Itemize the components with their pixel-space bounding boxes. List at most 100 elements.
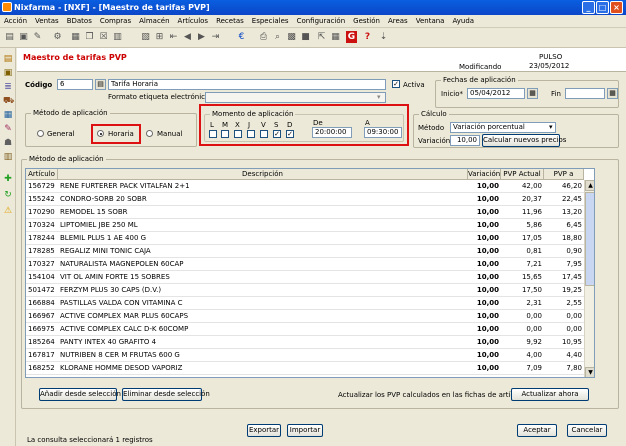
cart-icon[interactable]: ⛟: [3, 96, 14, 106]
preview-icon[interactable]: ⌕: [272, 31, 283, 43]
table-row[interactable]: 167817 NUTRIBEN 8 CER M FRUTAS 600 G 10,00…: [26, 349, 584, 362]
table-row[interactable]: 154104 VIT OL AMIN FORTE 15 SOBRES 10,00 15…: [26, 271, 584, 284]
formato-dropdown-icon[interactable]: ▾: [377, 93, 381, 101]
add-from-selection-button[interactable]: Añadir desde selección: [39, 388, 121, 401]
codigo-input[interactable]: 6: [57, 79, 93, 90]
export-button[interactable]: Exportar: [247, 424, 281, 437]
pencil-icon[interactable]: ✎: [3, 124, 13, 134]
menu-areas[interactable]: Areas: [384, 15, 412, 28]
sales-icon[interactable]: ▤: [3, 54, 13, 64]
col-articulo[interactable]: Artículo: [26, 169, 58, 180]
table-row[interactable]: 178285 REGALIZ MINI TONIC CAJA 10,00 0,81 0,…: [26, 245, 584, 258]
calculo-metodo-select[interactable]: Variación porcentual: [450, 122, 556, 133]
first-record-icon[interactable]: ⇤: [168, 31, 179, 43]
print-icon[interactable]: ⎙: [258, 31, 269, 43]
col-variacion[interactable]: Variación: [468, 169, 501, 180]
menu-configuracion[interactable]: Configuración: [293, 15, 350, 28]
day-checkbox-j[interactable]: [247, 130, 255, 138]
query-icon[interactable]: ⊞: [154, 31, 165, 43]
users-icon[interactable]: ☗: [3, 138, 13, 148]
scroll-thumb[interactable]: [585, 192, 594, 286]
day-checkbox-m[interactable]: [221, 130, 229, 138]
stop-icon[interactable]: ■: [300, 31, 311, 43]
fin-date-input[interactable]: [565, 88, 605, 99]
table-row[interactable]: 170290 REMODEL 15 SOBR 10,00 11,96 13,20: [26, 206, 584, 219]
day-checkbox-s[interactable]: ✓: [273, 130, 281, 138]
table-row[interactable]: 168252 KLORANE HOMME DESOD VAPORIZ 10,00 7,…: [26, 362, 584, 375]
menu-compras[interactable]: Compras: [96, 15, 135, 28]
next-record-icon[interactable]: ▶: [196, 31, 207, 43]
menu-ventas[interactable]: Ventas: [31, 15, 63, 28]
table-row[interactable]: 170324 LIPTOMIEL JBE 250 ML 10,00 5,86 6,45: [26, 219, 584, 232]
day-checkbox-v[interactable]: [260, 130, 268, 138]
remove-from-selection-button[interactable]: Eliminar desde selección: [122, 388, 210, 401]
table-row[interactable]: 156729 RENE FURTERER PACK VITALFAN 2+1 10,…: [26, 180, 584, 193]
formato-select[interactable]: [205, 92, 386, 103]
variacion-input[interactable]: 10,00: [450, 135, 480, 146]
cancel-button[interactable]: Cancelar: [567, 424, 607, 437]
calculo-dropdown-icon[interactable]: ▾: [549, 123, 553, 131]
insert-icon[interactable]: ▦: [70, 31, 81, 43]
table-row[interactable]: 178244 BLEMIL PLUS 1 AE 400 G 10,00 17,05 18…: [26, 232, 584, 245]
table-row[interactable]: 166975 ACTIVE COMPLEX CALC D-K 60COMP 10,0…: [26, 323, 584, 336]
table-row[interactable]: 166967 ACTIVE COMPLEX MAR PLUS 60CAPS 10,0…: [26, 310, 584, 323]
calcular-nuevos-precios-button[interactable]: Calcular nuevos precios: [482, 134, 566, 147]
add-icon[interactable]: ✚: [3, 174, 13, 184]
minimize-icon[interactable]: _: [582, 1, 595, 14]
menu-recetas[interactable]: Recetas: [212, 15, 248, 28]
filter-icon[interactable]: ▧: [140, 31, 151, 43]
tarifa-name-input[interactable]: Tarifa Horaria: [108, 79, 386, 90]
codigo-lookup-icon[interactable]: ▤: [95, 79, 106, 90]
last-record-icon[interactable]: ⇥: [210, 31, 221, 43]
col-pvp-aplicar[interactable]: PVP a Aplicar: [544, 169, 584, 180]
calculator-icon[interactable]: ▦: [330, 31, 341, 43]
col-pvp-actual[interactable]: PVP Actual: [501, 169, 544, 180]
menu-articulos[interactable]: Artículos: [174, 15, 213, 28]
menu-ventana[interactable]: Ventana: [412, 15, 449, 28]
menu-ayuda[interactable]: Ayuda: [448, 15, 478, 28]
delete-icon[interactable]: ☒: [98, 31, 109, 43]
box-icon[interactable]: ▦: [3, 110, 13, 120]
copy-icon[interactable]: ❐: [84, 31, 95, 43]
pin-icon[interactable]: ⇣: [378, 31, 389, 43]
menu-accion[interactable]: Acción: [0, 15, 31, 28]
activa-checkbox[interactable]: ✓: [392, 80, 400, 88]
maximize-icon[interactable]: □: [596, 1, 609, 14]
day-checkbox-d[interactable]: ✓: [286, 130, 294, 138]
day-checkbox-x[interactable]: [234, 130, 242, 138]
table-row[interactable]: 501472 FERZYM PLUS 30 CAPS (D.V.) 10,00 17,…: [26, 284, 584, 297]
col-descripcion[interactable]: Descripción: [58, 169, 468, 180]
help-icon[interactable]: ?: [362, 31, 373, 43]
menu-almacen[interactable]: Almacén: [135, 15, 173, 28]
warning-icon[interactable]: ⚠: [3, 206, 13, 216]
a-time-input[interactable]: 09:30:00: [364, 127, 402, 138]
exit-icon[interactable]: ⇱: [316, 31, 327, 43]
accept-button[interactable]: Aceptar: [517, 424, 557, 437]
menu-especiales[interactable]: Especiales: [248, 15, 293, 28]
menu-bdatos[interactable]: BDatos: [63, 15, 96, 28]
settings-icon[interactable]: ⚙: [52, 31, 63, 43]
update-now-button[interactable]: Actualizar ahora: [511, 388, 589, 401]
export-icon[interactable]: ▩: [286, 31, 297, 43]
metodo-manual-radio[interactable]: [146, 130, 153, 137]
table-icon[interactable]: ▥: [112, 31, 123, 43]
table-scrollbar[interactable]: ▲ ▼: [584, 180, 594, 377]
edit-icon[interactable]: ✎: [32, 31, 43, 43]
fin-calendar-icon[interactable]: ▦: [607, 88, 618, 99]
save-icon[interactable]: ▣: [18, 31, 29, 43]
scroll-down-icon[interactable]: ▼: [585, 367, 594, 377]
folder-icon[interactable]: ▣: [3, 68, 13, 78]
list-icon[interactable]: ≣: [3, 82, 13, 92]
menu-gestion[interactable]: Gestión: [349, 15, 384, 28]
table-row[interactable]: 155242 CONDRO-SORB 20 SOBR 10,00 20,37 22,45: [26, 193, 584, 206]
table-row[interactable]: 166884 PASTILLAS VALDA CON VITAMINA C 10,0…: [26, 297, 584, 310]
metodo-general-radio[interactable]: [37, 130, 44, 137]
euro-icon[interactable]: €: [236, 31, 247, 43]
table-row[interactable]: 170327 NATURALISTA MAGNEPOLEN 60CAP 10,00 7…: [26, 258, 584, 271]
metodo-horaria-radio[interactable]: [97, 130, 104, 137]
scroll-up-icon[interactable]: ▲: [585, 180, 594, 191]
new-record-icon[interactable]: ▤: [4, 31, 15, 43]
app-logo-icon[interactable]: G: [346, 31, 357, 43]
prev-record-icon[interactable]: ◀: [182, 31, 193, 43]
import-button[interactable]: Importar: [287, 424, 323, 437]
